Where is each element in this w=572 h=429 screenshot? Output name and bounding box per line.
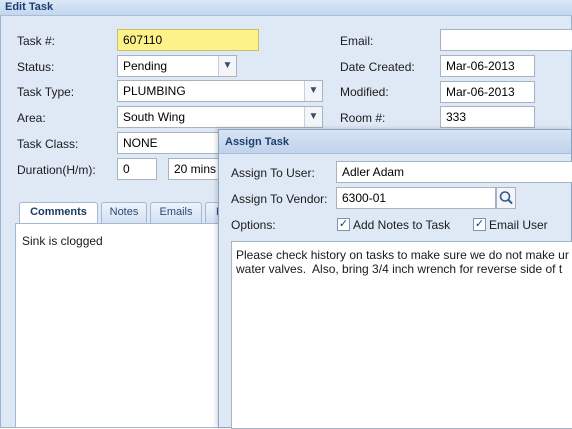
date-created-label: Date Created: <box>340 60 415 74</box>
email-user-label: Email User <box>489 218 548 232</box>
modified-label: Modified: <box>340 85 389 99</box>
task-class-value: NONE <box>123 136 158 150</box>
add-notes-label: Add Notes to Task <box>353 218 451 232</box>
room-label: Room #: <box>340 111 386 125</box>
tab-comments[interactable]: Comments <box>19 202 98 224</box>
area-select[interactable]: South Wing ▼ <box>117 106 323 128</box>
modified-field[interactable]: Mar-06-2013 <box>440 81 535 103</box>
email-field[interactable] <box>440 29 572 51</box>
duration-hours-field[interactable]: 0 <box>117 158 157 180</box>
task-type-label: Task Type: <box>17 85 75 99</box>
chevron-down-icon[interactable]: ▼ <box>218 56 236 76</box>
task-class-label: Task Class: <box>17 137 79 151</box>
tab-emails[interactable]: Emails <box>150 202 202 223</box>
dialog-title: Assign Task <box>219 130 571 154</box>
email-label: Email: <box>340 34 374 48</box>
assign-vendor-label: Assign To Vendor: <box>231 192 328 206</box>
task-type-value: PLUMBING <box>123 84 186 98</box>
task-number-field[interactable]: 607110 <box>117 29 259 51</box>
assign-notes-textarea[interactable]: Please check history on tasks to make su… <box>231 241 572 429</box>
status-label: Status: <box>17 60 55 74</box>
comments-text: Sink is clogged <box>22 234 103 248</box>
assign-user-label: Assign To User: <box>231 166 315 180</box>
task-type-select[interactable]: PLUMBING ▼ <box>117 80 323 102</box>
status-select[interactable]: Pending ▼ <box>117 55 237 77</box>
assign-task-dialog: Assign Task Assign To User: Adler Adam A… <box>218 129 572 429</box>
options-label: Options: <box>231 218 276 232</box>
duration-label: Duration(H/m): <box>17 163 96 177</box>
comments-panel[interactable]: Sink is clogged <box>15 223 245 428</box>
room-field[interactable]: 333 <box>440 106 535 128</box>
area-label: Area: <box>17 111 46 125</box>
window-title: Edit Task <box>0 0 572 16</box>
status-value: Pending <box>123 59 168 73</box>
date-created-field[interactable]: Mar-06-2013 <box>440 55 535 77</box>
area-value: South Wing <box>123 110 186 124</box>
assign-user-field[interactable]: Adler Adam <box>336 161 572 183</box>
add-notes-checkbox[interactable]: ✓ <box>337 218 350 231</box>
email-user-checkbox[interactable]: ✓ <box>473 218 486 231</box>
vendor-search-button[interactable] <box>496 187 516 209</box>
tab-notes[interactable]: Notes <box>101 202 147 223</box>
chevron-down-icon[interactable]: ▼ <box>304 81 322 101</box>
assign-vendor-field[interactable]: 6300-01 <box>336 187 496 209</box>
chevron-down-icon[interactable]: ▼ <box>304 107 322 127</box>
magnifier-icon <box>499 191 513 205</box>
task-number-label: Task #: <box>17 34 56 48</box>
